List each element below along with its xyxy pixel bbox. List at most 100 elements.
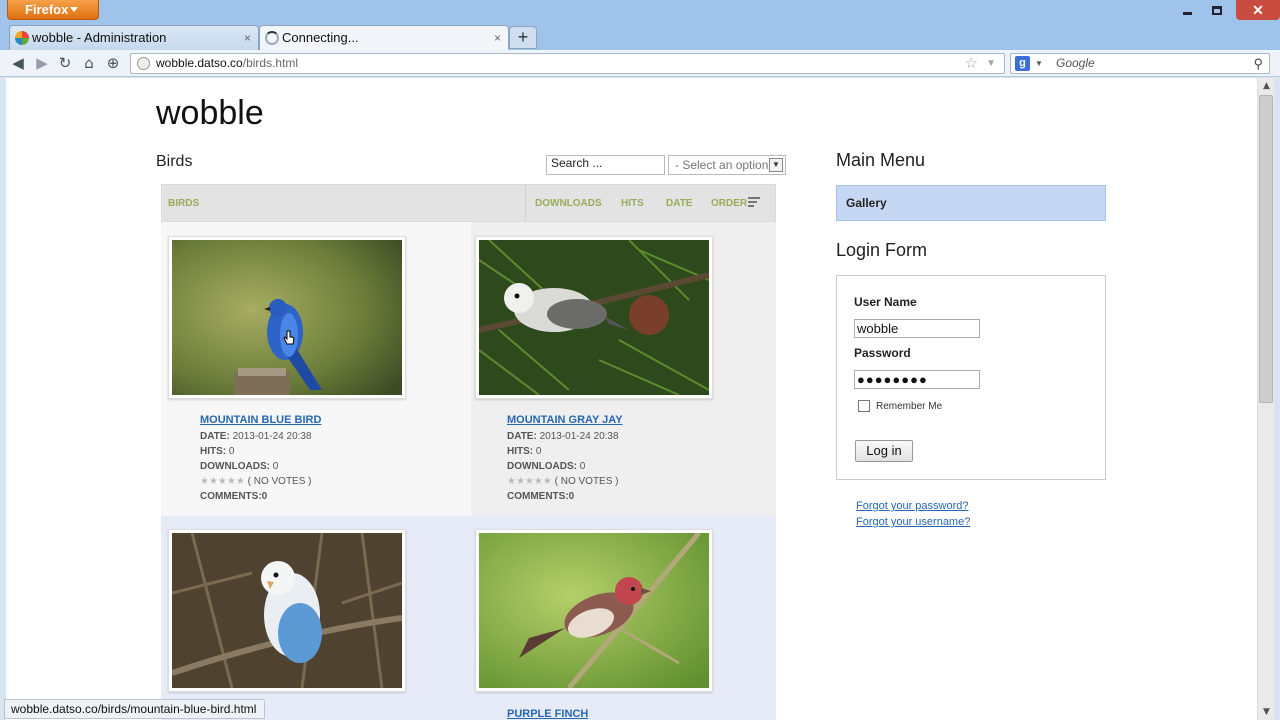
filter-select[interactable]: - Select an option - ▼ <box>668 155 786 175</box>
crosshair-icon: ⊕ <box>106 54 120 72</box>
reload-button[interactable]: ↻ <box>56 54 74 72</box>
chevron-down-icon[interactable]: ▼ <box>986 54 996 73</box>
username-label: User Name <box>854 295 917 309</box>
home-icon: ⌂ <box>84 54 94 72</box>
mountain-blue-bird-image <box>172 240 402 395</box>
home-button[interactable]: ⌂ <box>80 54 98 72</box>
site-title[interactable]: wobble <box>156 94 264 133</box>
sort-hits[interactable]: HITS <box>621 185 644 223</box>
sort-order[interactable]: ORDER <box>711 185 747 223</box>
firefox-menu-button[interactable]: Firefox <box>7 0 99 20</box>
comments-label: COMMENTS: <box>200 491 262 502</box>
search-placeholder: Google <box>1056 56 1095 70</box>
item-meta: DATE: 2013-01-24 20:38 HITS: 0 DOWNLOADS… <box>200 429 312 504</box>
rating-stars-icon[interactable]: ★★★★★ <box>200 476 245 487</box>
gallery-sort-bar: BIRDS DOWNLOADS HITS DATE ORDER <box>161 184 776 223</box>
item-title-link[interactable]: MOUNTAIN BLUE BIRD <box>200 414 321 426</box>
window-titlebar: Firefox ✕ <box>0 0 1280 24</box>
scroll-down-icon[interactable]: ▼ <box>1258 704 1275 720</box>
tab-title: Connecting... <box>282 30 359 45</box>
url-path: /birds.html <box>242 56 299 70</box>
bookmarks-button[interactable]: ⊕ <box>104 54 122 72</box>
bookmark-star-icon[interactable]: ☆ <box>965 54 978 73</box>
thumbnail-mountain-gray-jay[interactable] <box>475 236 713 399</box>
remember-me-label: Remember Me <box>876 401 943 412</box>
tab-strip: wobble - Administration × Connecting... … <box>0 24 1280 50</box>
scroll-up-icon[interactable]: ▲ <box>1258 78 1275 94</box>
category-label[interactable]: BIRDS <box>168 185 199 223</box>
downloads-label: DOWNLOADS: <box>507 461 577 472</box>
thumbnail-budgie[interactable] <box>168 529 406 692</box>
maximize-icon <box>1212 5 1222 15</box>
forgot-password-link[interactable]: Forgot your password? <box>856 500 969 512</box>
page-title: Birds <box>156 153 193 170</box>
plus-icon: + <box>517 27 529 47</box>
menu-item-gallery[interactable]: Gallery <box>836 185 1106 221</box>
tab-close-icon[interactable]: × <box>244 26 251 50</box>
close-icon: ✕ <box>1252 1 1264 18</box>
forward-button[interactable]: ▶ <box>33 54 51 72</box>
item-votes: ( NO VOTES ) <box>247 476 312 487</box>
login-form: User Name wobble Password ●●●●●●●● Remem… <box>836 275 1106 480</box>
chevron-down-icon <box>70 7 78 12</box>
back-button[interactable]: ◀ <box>9 54 27 72</box>
hits-label: HITS: <box>200 446 227 457</box>
status-bar-url: wobble.datso.co/birds/mountain-blue-bird… <box>4 699 266 719</box>
item-comments: 0 <box>261 491 268 502</box>
item-hits: 0 <box>535 446 542 457</box>
arrow-left-icon: ◀ <box>12 54 24 72</box>
maximize-button[interactable] <box>1202 0 1232 20</box>
web-search-box[interactable]: g ▼ Google ⚲ <box>1010 53 1270 74</box>
thumbnail-purple-finch[interactable] <box>475 529 713 692</box>
password-label: Password <box>854 346 911 360</box>
login-button[interactable]: Log in <box>855 440 913 462</box>
item-downloads: 0 <box>272 461 279 472</box>
date-label: DATE: <box>200 431 230 442</box>
remember-me-checkbox[interactable] <box>858 400 870 412</box>
close-window-button[interactable]: ✕ <box>1236 0 1280 20</box>
comments-label: COMMENTS: <box>507 491 569 502</box>
forgot-username-link[interactable]: Forgot your username? <box>856 516 970 528</box>
window-controls: ✕ <box>1172 0 1280 22</box>
item-comments: 0 <box>568 491 575 502</box>
scroll-thumb[interactable] <box>1259 95 1273 403</box>
mountain-gray-jay-image <box>479 240 709 395</box>
sort-order-icon[interactable] <box>748 197 760 207</box>
search-input[interactable]: Search ... <box>546 155 665 175</box>
sort-date[interactable]: DATE <box>666 185 692 223</box>
chevron-down-icon[interactable]: ▼ <box>1035 54 1043 73</box>
minimize-button[interactable] <box>1172 0 1202 20</box>
purple-finch-image <box>479 533 709 688</box>
sort-downloads[interactable]: DOWNLOADS <box>535 185 602 223</box>
date-label: DATE: <box>507 431 537 442</box>
tab-title: wobble - Administration <box>32 30 167 45</box>
vertical-scrollbar[interactable]: ▲ ▼ <box>1257 78 1274 720</box>
url-bar[interactable]: wobble.datso.co/birds.html ☆ ▼ <box>130 53 1005 74</box>
item-votes: ( NO VOTES ) <box>554 476 619 487</box>
url-domain: wobble.datso.co <box>156 56 243 70</box>
tab-close-icon[interactable]: × <box>494 26 501 50</box>
search-icon[interactable]: ⚲ <box>1253 54 1263 73</box>
joomla-favicon-icon <box>15 31 29 45</box>
hits-label: HITS: <box>507 446 534 457</box>
window-border <box>1274 78 1280 720</box>
item-date: 2013-01-24 20:38 <box>539 431 619 442</box>
google-icon[interactable]: g <box>1015 56 1030 71</box>
item-title-link[interactable]: MOUNTAIN GRAY JAY <box>507 414 623 426</box>
password-field[interactable]: ●●●●●●●● <box>854 370 980 389</box>
rating-stars-icon[interactable]: ★★★★★ <box>507 476 552 487</box>
minimize-icon <box>1182 11 1192 15</box>
tab-connecting[interactable]: Connecting... × <box>259 25 509 50</box>
username-field[interactable]: wobble <box>854 319 980 338</box>
new-tab-button[interactable]: + <box>509 26 537 49</box>
tab-administration[interactable]: wobble - Administration × <box>9 25 259 50</box>
divider <box>525 185 526 223</box>
main-menu-title: Main Menu <box>836 150 926 170</box>
select-value: - Select an option - <box>675 158 776 172</box>
firefox-menu-label: Firefox <box>25 2 69 17</box>
item-downloads: 0 <box>579 461 586 472</box>
item-title-link[interactable]: PURPLE FINCH <box>507 708 588 720</box>
thumbnail-mountain-blue-bird[interactable] <box>168 236 406 399</box>
globe-icon <box>137 57 150 70</box>
chevron-down-icon: ▼ <box>769 158 783 172</box>
